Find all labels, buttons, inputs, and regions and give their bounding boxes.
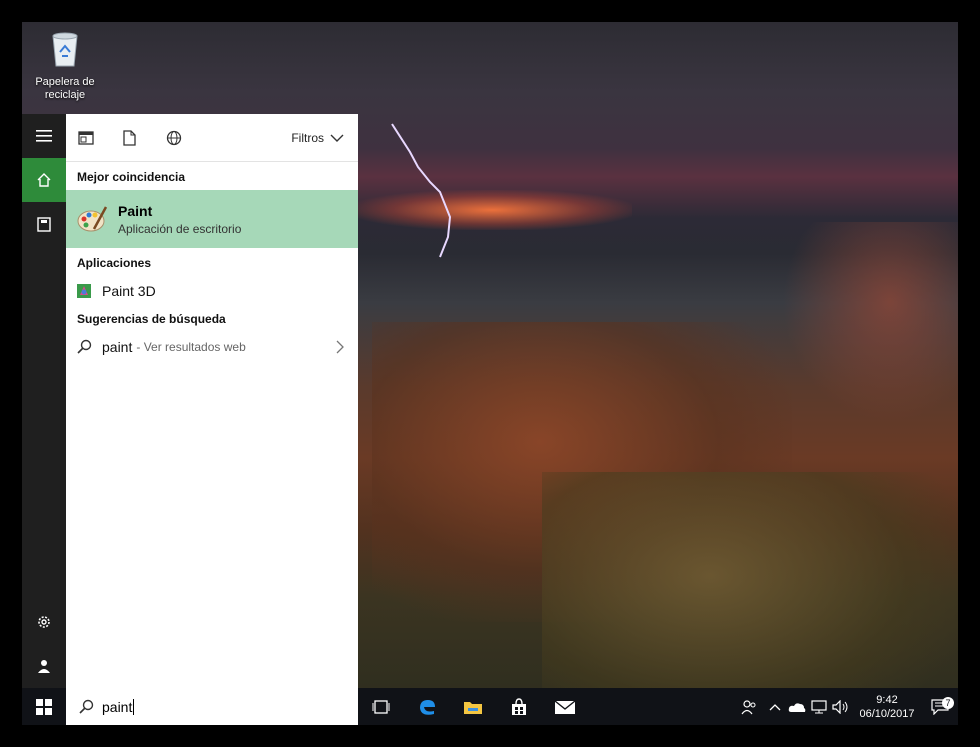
best-match-item[interactable]: Paint Aplicación de escritorio xyxy=(66,190,358,248)
people-icon xyxy=(741,699,756,714)
notebook-icon xyxy=(37,217,51,232)
action-center-button[interactable]: 7 xyxy=(922,696,958,715)
start-button[interactable] xyxy=(22,688,66,725)
network-icon xyxy=(811,699,827,713)
suggestion-hint: - Ver resultados web xyxy=(136,340,246,354)
task-view-button[interactable] xyxy=(358,688,404,725)
lightning-bolt xyxy=(391,123,452,258)
clock-date: 06/10/2017 xyxy=(859,707,915,720)
mail-icon xyxy=(554,699,576,714)
search-filter-bar: Filtros xyxy=(66,114,358,162)
start-rail xyxy=(22,114,66,688)
web-suggestion-item[interactable]: paint - Ver resultados web xyxy=(66,332,358,362)
desktop: Papelera de reciclaje Filtros Mejor coin… xyxy=(22,22,958,725)
search-input[interactable]: paint xyxy=(102,698,135,715)
settings-button[interactable] xyxy=(22,600,66,644)
taskbar-search-box[interactable]: paint xyxy=(66,688,358,725)
search-icon xyxy=(77,339,92,354)
apps-icon xyxy=(78,130,94,145)
people-button[interactable] xyxy=(734,699,764,715)
search-results-panel: Filtros Mejor coincidencia Paint Aplicac… xyxy=(66,114,358,688)
suggestions-header: Sugerencias de búsqueda xyxy=(77,312,226,326)
app-item-paint-3d[interactable]: Paint 3D xyxy=(66,276,358,306)
file-explorer-button[interactable] xyxy=(450,688,496,725)
windows-icon xyxy=(36,698,52,715)
search-icon xyxy=(79,699,94,714)
paint-icon xyxy=(77,206,108,232)
show-hidden-icons-button[interactable] xyxy=(764,703,786,711)
chevron-up-icon xyxy=(769,703,781,710)
notebook-button[interactable] xyxy=(22,202,66,246)
chevron-right-icon xyxy=(336,340,344,354)
tab-documents[interactable] xyxy=(122,114,166,161)
best-match-name: Paint xyxy=(118,202,153,219)
filters-label: Filtros xyxy=(291,130,324,145)
clock-time: 9:42 xyxy=(876,693,898,706)
globe-icon xyxy=(166,130,182,145)
document-icon xyxy=(123,129,136,146)
volume-button[interactable] xyxy=(830,699,852,714)
tab-web[interactable] xyxy=(166,114,210,161)
best-match-header: Mejor coincidencia xyxy=(77,170,186,184)
edge-icon xyxy=(420,699,435,715)
cloud-icon xyxy=(788,702,806,712)
onedrive-button[interactable] xyxy=(786,701,808,713)
clock[interactable]: 9:42 06/10/2017 xyxy=(852,693,922,721)
notification-badge: 7 xyxy=(942,696,954,709)
paint-3d-icon xyxy=(77,284,91,298)
filters-dropdown[interactable]: Filtros xyxy=(291,131,344,145)
store-bag-icon xyxy=(512,697,526,715)
home-icon xyxy=(37,173,51,187)
hamburger-menu-button[interactable] xyxy=(22,114,66,158)
canyon-far-cliff xyxy=(782,222,958,422)
chevron-down-icon xyxy=(330,134,344,142)
speaker-icon xyxy=(832,699,848,714)
home-button[interactable] xyxy=(22,158,66,202)
recycle-bin-label-1: Papelera de xyxy=(35,76,95,88)
folder-icon xyxy=(464,701,482,714)
recycle-bin-shortcut[interactable]: Papelera de reciclaje xyxy=(34,30,96,102)
taskbar: paint 9:42 06/10/2017 7 xyxy=(22,688,958,725)
apps-header: Aplicaciones xyxy=(77,256,152,270)
suggestion-query: paint xyxy=(102,339,133,355)
recycle-bin-label-2: reciclaje xyxy=(44,89,86,101)
recycle-bin-icon xyxy=(52,32,78,67)
app-item-label: Paint 3D xyxy=(102,283,156,299)
system-tray: 9:42 06/10/2017 7 xyxy=(734,688,958,725)
best-match-subtitle: Aplicación de escritorio xyxy=(118,221,242,236)
hamburger-icon xyxy=(36,130,52,142)
gear-icon xyxy=(38,616,50,628)
feedback-button[interactable] xyxy=(22,644,66,688)
mail-button[interactable] xyxy=(542,688,588,725)
edge-button[interactable] xyxy=(404,688,450,725)
tab-apps[interactable] xyxy=(78,114,122,161)
network-button[interactable] xyxy=(808,699,830,714)
store-button[interactable] xyxy=(496,688,542,725)
task-view-icon xyxy=(372,699,390,714)
feedback-icon xyxy=(38,660,50,673)
